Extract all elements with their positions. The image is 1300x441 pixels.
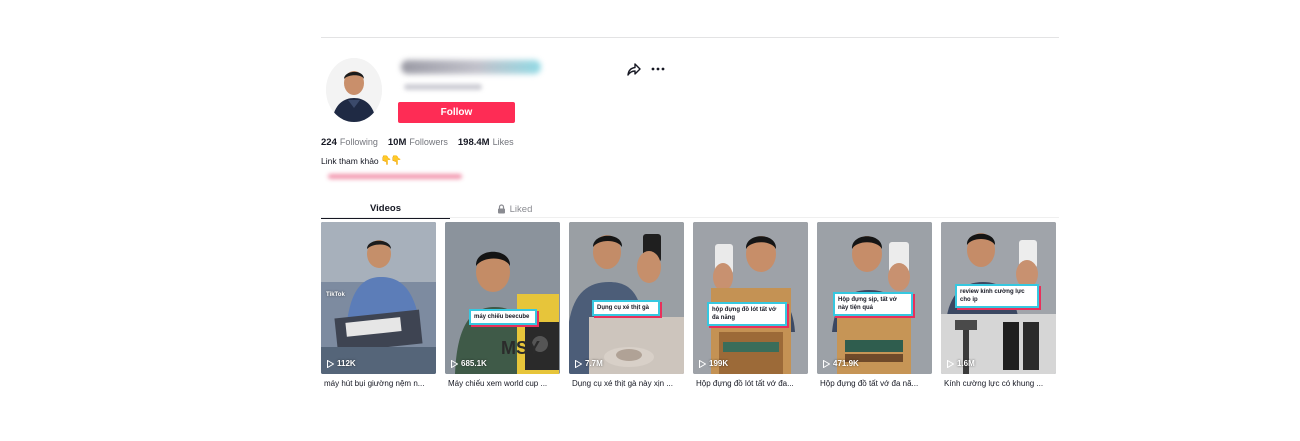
view-count: 112K	[337, 359, 356, 368]
stat-likes: 198.4M Likes	[458, 137, 514, 148]
profile-page: Follow 224 Following 10M Followers 198.4M L…	[0, 0, 1300, 441]
play-count: 685.1K	[451, 359, 487, 368]
video-caption-overlay: Hộp đựng sịp, tất vớ này tiện quá	[833, 292, 913, 316]
pointing-down-emoji: 👇👇	[380, 155, 402, 165]
view-count: 199K	[709, 359, 729, 368]
video-title[interactable]: Máy chiếu xem world cup ...	[445, 379, 560, 388]
video-card[interactable]: Hộp đựng sịp, tất vớ này tiện quá 471.9K…	[817, 222, 932, 388]
video-caption-overlay: Dụng cụ xé thịt gà	[592, 300, 660, 316]
stat-followers[interactable]: 10M Followers	[388, 137, 448, 148]
video-thumbnail[interactable]: review kính cường lực cho ip 1.6M	[941, 222, 1056, 374]
nickname-redacted	[404, 84, 482, 90]
video-card[interactable]: TikTok 112K máy hút bụi giường nệm n...	[321, 222, 436, 388]
avatar[interactable]	[326, 58, 382, 122]
video-title[interactable]: Kính cường lực có khung ...	[941, 379, 1056, 388]
view-count: 471.9K	[833, 359, 859, 368]
stat-label: Followers	[409, 137, 448, 147]
video-thumbnail[interactable]: Dụng cụ xé thịt gà 7.7M	[569, 222, 684, 374]
video-scene-image	[693, 222, 808, 374]
tab-liked[interactable]: Liked	[450, 199, 579, 219]
more-icon[interactable]	[650, 62, 666, 76]
lock-icon	[497, 204, 505, 214]
video-thumbnail[interactable]: Hộp đựng sịp, tất vớ này tiện quá 471.9K	[817, 222, 932, 374]
play-count: 199K	[699, 359, 728, 368]
stat-value: 198.4M	[457, 137, 490, 148]
header-divider	[321, 37, 1059, 38]
video-scene-image	[321, 222, 436, 374]
play-icon	[575, 359, 582, 368]
video-card[interactable]: hộp đựng đồ lót tất vớ đa năng 199K Hộp …	[693, 222, 808, 388]
follow-button[interactable]: Follow	[398, 102, 515, 123]
video-caption-overlay: máy chiếu beecube	[469, 309, 537, 325]
video-title[interactable]: Hộp đựng đồ lót tất vớ đa...	[693, 379, 808, 388]
bio-text: Link tham khảo	[321, 155, 379, 166]
play-count: 112K	[327, 359, 356, 368]
share-icon[interactable]	[626, 61, 642, 77]
profile-stats: 224 Following 10M Followers 198.4M Likes	[321, 137, 514, 151]
video-title[interactable]: Dụng cụ xé thịt gà này xịn ...	[569, 379, 684, 388]
play-icon	[947, 359, 954, 368]
video-scene-image: MSY	[445, 222, 560, 374]
view-count: 1.6M	[957, 359, 975, 368]
svg-text:MSY: MSY	[501, 338, 540, 358]
play-icon	[823, 359, 830, 368]
video-thumbnail[interactable]: hộp đựng đồ lót tất vớ đa năng 199K	[693, 222, 808, 374]
play-count: 471.9K	[823, 359, 859, 368]
video-grid: TikTok 112K máy hút bụi giường nệm n...	[321, 222, 1059, 388]
stat-label: Likes	[492, 137, 514, 147]
bio: Link tham khảo 👇👇	[321, 155, 402, 166]
view-count: 685.1K	[461, 359, 487, 368]
bio-link-redacted[interactable]	[328, 174, 462, 179]
username-redacted	[401, 60, 541, 74]
video-caption-overlay: hộp đựng đồ lót tất vớ đa năng	[707, 302, 787, 326]
play-count: 1.6M	[947, 359, 975, 368]
tiktok-watermark: TikTok	[326, 292, 345, 298]
tab-label: Liked	[509, 203, 533, 215]
tab-label: Videos	[370, 202, 401, 214]
tab-videos[interactable]: Videos	[321, 199, 450, 219]
profile-tabs: Videos Liked	[321, 199, 579, 219]
video-caption-overlay: review kính cường lực cho ip	[955, 284, 1039, 308]
stat-value: 10M	[387, 137, 407, 148]
view-count: 7.7M	[585, 359, 603, 368]
video-title[interactable]: Hộp đựng đồ tất vớ đa nă...	[817, 379, 932, 388]
stat-following[interactable]: 224 Following	[321, 137, 378, 148]
video-card[interactable]: review kính cường lực cho ip 1.6M Kính c…	[941, 222, 1056, 388]
play-count: 7.7M	[575, 359, 603, 368]
video-thumbnail[interactable]: TikTok 112K	[321, 222, 436, 374]
play-icon	[451, 359, 458, 368]
video-card[interactable]: Dụng cụ xé thịt gà 7.7M Dụng cụ xé thịt …	[569, 222, 684, 388]
video-scene-image	[569, 222, 684, 374]
stat-label: Following	[339, 137, 378, 147]
stat-value: 224	[321, 137, 337, 148]
tabs-divider	[321, 217, 1059, 218]
video-title[interactable]: máy hút bụi giường nệm n...	[321, 379, 436, 388]
video-card[interactable]: MSY máy chiếu beecube 685.1K Máy chiếu x…	[445, 222, 560, 388]
play-icon	[699, 359, 706, 368]
video-thumbnail[interactable]: MSY máy chiếu beecube 685.1K	[445, 222, 560, 374]
play-icon	[327, 359, 334, 368]
